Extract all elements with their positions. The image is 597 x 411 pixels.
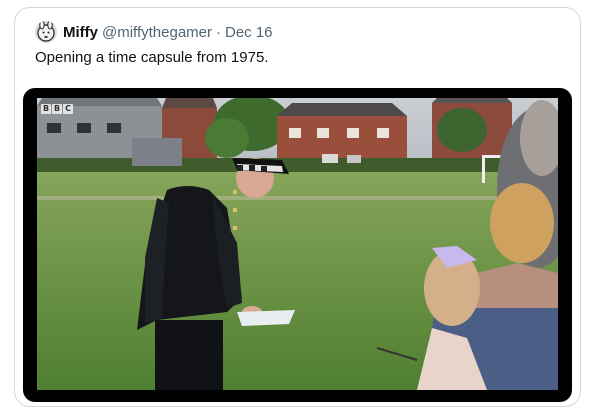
avatar-image — [35, 21, 57, 43]
tweet-card[interactable]: Miffy @miffythegamer · Dec 16 Opening a … — [14, 7, 581, 407]
video-frame[interactable]: B B C — [37, 98, 558, 390]
separator-dot: · — [216, 23, 221, 41]
tweet-header: Miffy @miffythegamer · Dec 16 — [35, 20, 273, 44]
tweet-date[interactable]: Dec 16 — [225, 24, 273, 41]
video-scene — [37, 98, 558, 390]
bbc-logo-letter: B — [41, 104, 51, 114]
tweet-text: Opening a time capsule from 1975. — [35, 49, 269, 66]
video-player[interactable]: B B C — [23, 88, 572, 402]
bbc-logo: B B C — [41, 104, 73, 114]
bbc-logo-letter: B — [52, 104, 62, 114]
author-name[interactable]: Miffy — [63, 24, 98, 41]
bbc-logo-letter: C — [63, 104, 73, 114]
author-handle[interactable]: @miffythegamer — [102, 24, 212, 41]
avatar[interactable] — [35, 21, 57, 43]
